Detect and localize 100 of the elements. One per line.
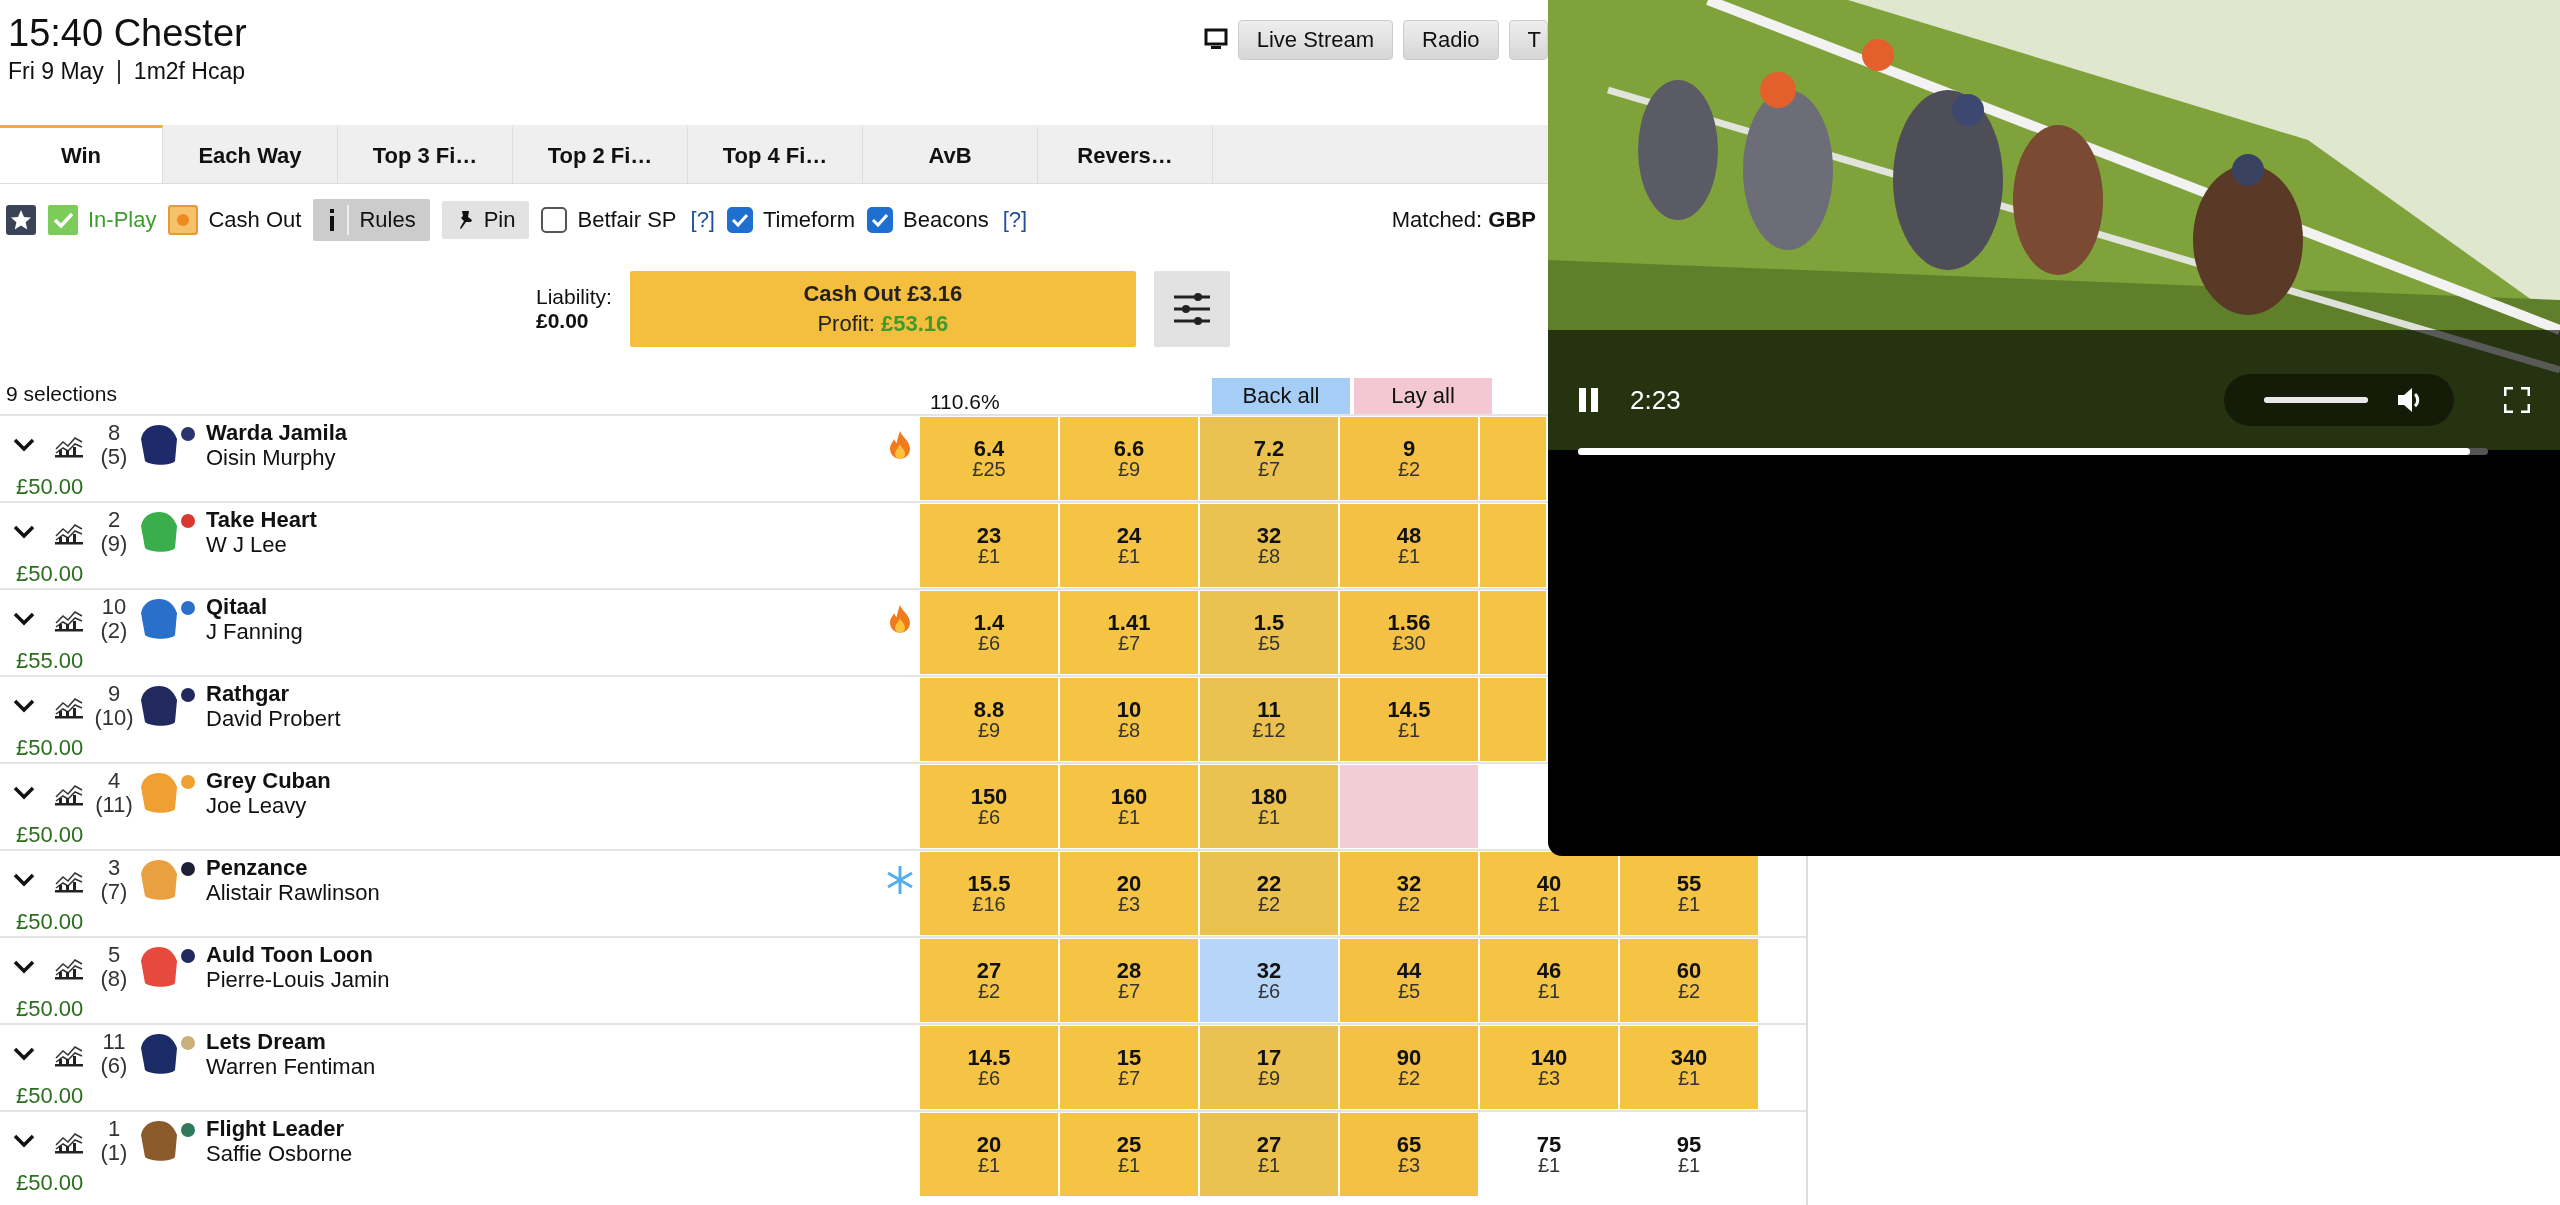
- matched-amount: Matched: GBP: [1391, 207, 1537, 233]
- odds-cell[interactable]: 90 £2: [1340, 1026, 1478, 1109]
- odds-cell[interactable]: [1340, 765, 1478, 848]
- odds-cell[interactable]: 14.5 £6: [920, 1026, 1058, 1109]
- jockey-name: J Fanning: [206, 619, 304, 644]
- odds-cell[interactable]: 150 £6: [920, 765, 1058, 848]
- back-all-button[interactable]: Back all: [1212, 378, 1350, 414]
- odds-cell[interactable]: 32 £2: [1340, 852, 1478, 935]
- chevron-icon[interactable]: [13, 786, 35, 800]
- odds-cell[interactable]: 32 £6: [1200, 939, 1338, 1022]
- odds-cell[interactable]: 40 £1: [1480, 852, 1618, 935]
- odds-cell[interactable]: 27 £1: [1200, 1113, 1338, 1196]
- volume-control[interactable]: [2224, 374, 2454, 426]
- settings-button[interactable]: [1153, 271, 1230, 347]
- checkbox-label: Beacons: [903, 207, 989, 233]
- odds-cell[interactable]: 1.5 £5: [1200, 591, 1338, 674]
- odds-cell[interactable]: 180 £1: [1200, 765, 1338, 848]
- odds-cell[interactable]: 46 £1: [1480, 939, 1618, 1022]
- chevron-icon[interactable]: [13, 438, 35, 452]
- horse-name: Qitaal: [206, 594, 269, 619]
- pause-icon[interactable]: [1578, 387, 1600, 413]
- checkbox[interactable]: [541, 207, 568, 233]
- odds-cell[interactable]: 28 £7: [1060, 939, 1198, 1022]
- chevron-icon[interactable]: [13, 525, 35, 539]
- jockey-name: W J Lee: [206, 532, 288, 557]
- odds-cell[interactable]: 25 £1: [1060, 1113, 1198, 1196]
- odds-cell[interactable]: 20 £1: [920, 1113, 1058, 1196]
- odds-cell[interactable]: 140 £3: [1480, 1026, 1618, 1109]
- jockey-name: Alistair Rawlinson: [206, 880, 381, 905]
- odds-cell[interactable]: 65 £3: [1340, 1113, 1478, 1196]
- cash-out-button[interactable]: Cash Out £3.16 Profit: £53.16: [629, 271, 1136, 347]
- chevron-icon[interactable]: [13, 699, 35, 713]
- odds-cell[interactable]: 1.56 £30: [1340, 591, 1478, 674]
- stall-draw: (7): [100, 880, 128, 904]
- help-link[interactable]: [?]: [1002, 207, 1028, 233]
- rules-button[interactable]: Rules: [313, 199, 430, 241]
- horse-name: Penzance: [206, 855, 309, 880]
- odds-cell[interactable]: 11 £12: [1200, 678, 1338, 761]
- odds-cell[interactable]: 160 £1: [1060, 765, 1198, 848]
- odds-cell[interactable]: 1.41 £7: [1060, 591, 1198, 674]
- help-link[interactable]: [?]: [690, 207, 715, 233]
- chevron-icon[interactable]: [13, 1134, 35, 1148]
- stall-draw: (6): [100, 1054, 128, 1078]
- odds-cell[interactable]: [1480, 678, 1546, 761]
- odds-cell[interactable]: 6.4 £25: [920, 417, 1058, 500]
- chevron-icon[interactable]: [13, 873, 35, 887]
- fullscreen-icon[interactable]: [2504, 387, 2530, 413]
- volume-slider[interactable]: [2264, 397, 2368, 403]
- odds-cell[interactable]: 10 £8: [1060, 678, 1198, 761]
- horse-name: Grey Cuban: [206, 768, 332, 793]
- odds-cell[interactable]: 22 £2: [1200, 852, 1338, 935]
- horse-name: Lets Dream: [206, 1029, 327, 1054]
- odds-cell[interactable]: 9 £2: [1340, 417, 1478, 500]
- odds-cell[interactable]: 6.6 £9: [1060, 417, 1198, 500]
- odds-cell[interactable]: 23 £1: [920, 504, 1058, 587]
- odds-cell[interactable]: 32 £8: [1200, 504, 1338, 587]
- stream-button[interactable]: T: [1508, 20, 1548, 60]
- saddle-number: 9: [107, 682, 121, 706]
- checkbox[interactable]: [867, 207, 894, 233]
- odds-cell[interactable]: 15 £7: [1060, 1026, 1198, 1109]
- odds-cell[interactable]: [1480, 504, 1546, 587]
- in-play-checkbox[interactable]: [48, 205, 78, 235]
- horse-name: Auld Toon Loon: [206, 942, 374, 967]
- chevron-icon[interactable]: [13, 1047, 35, 1061]
- odds-cell[interactable]: 7.2 £7: [1200, 417, 1338, 500]
- position-amount: £50.00: [15, 735, 85, 761]
- stream-button[interactable]: Live Stream: [1237, 20, 1394, 60]
- liability-value: £0.00: [536, 309, 590, 333]
- cash-out-icon: [168, 205, 199, 235]
- position-amount: £50.00: [15, 1170, 85, 1196]
- odds-cell[interactable]: [1480, 591, 1546, 674]
- checkbox-label: Betfair SP: [577, 207, 677, 233]
- odds-cell[interactable]: 27 £2: [920, 939, 1058, 1022]
- odds-cell[interactable]: 14.5 £1: [1340, 678, 1478, 761]
- odds-cell[interactable]: 15.5 £16: [920, 852, 1058, 935]
- market-tab[interactable]: Win: [0, 125, 163, 183]
- odds-cell[interactable]: 1.4 £6: [920, 591, 1058, 674]
- horse-name: Rathgar: [206, 681, 291, 706]
- odds-cell[interactable]: 60 £2: [1620, 939, 1758, 1022]
- position-amount: £50.00: [15, 822, 85, 848]
- stall-draw: (2): [100, 619, 128, 643]
- lay-all-button[interactable]: Lay all: [1354, 378, 1492, 414]
- horse-name: Take Heart: [206, 507, 318, 532]
- chevron-icon[interactable]: [13, 960, 35, 974]
- odds-cell[interactable]: 17 £9: [1200, 1026, 1338, 1109]
- stream-button[interactable]: Radio: [1403, 20, 1499, 60]
- liability-label: Liability:: [536, 285, 612, 309]
- odds-cell[interactable]: 24 £1: [1060, 504, 1198, 587]
- sliders-icon: [1171, 291, 1212, 327]
- odds-cell[interactable]: 340 £1: [1620, 1026, 1758, 1109]
- stall-draw: (1): [100, 1141, 128, 1165]
- chevron-icon[interactable]: [13, 612, 35, 626]
- stall-draw: (11): [95, 793, 133, 817]
- pin-button[interactable]: Pin: [441, 201, 530, 239]
- odds-cell[interactable]: 8.8 £9: [920, 678, 1058, 761]
- odds-cell[interactable]: 44 £5: [1340, 939, 1478, 1022]
- checkbox[interactable]: [727, 207, 753, 233]
- odds-cell[interactable]: 20 £3: [1060, 852, 1198, 935]
- odds-cell[interactable]: [1480, 417, 1546, 500]
- odds-cell[interactable]: 48 £1: [1340, 504, 1478, 587]
